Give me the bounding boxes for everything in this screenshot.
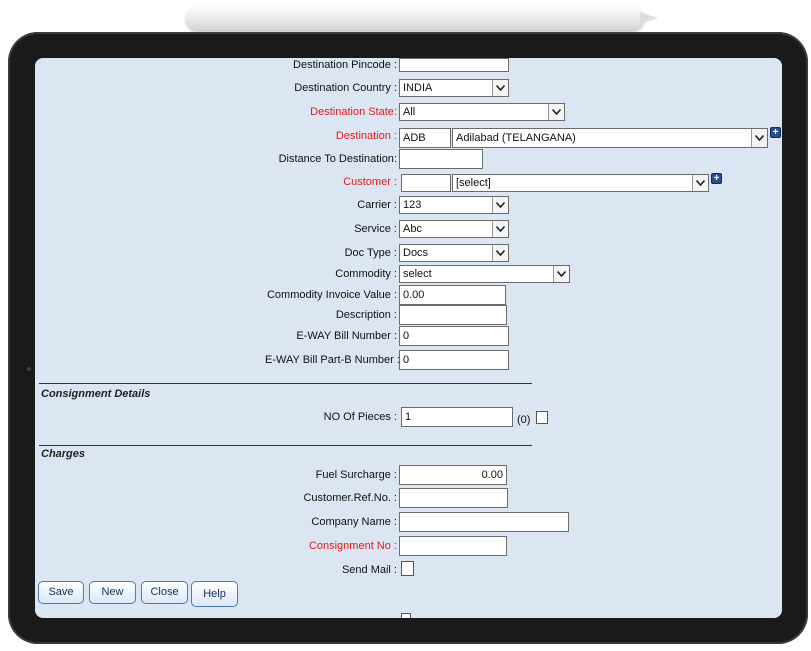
doc-type-select[interactable]: Docs [399, 244, 509, 262]
customer-code-input[interactable] [401, 174, 451, 192]
send-mail-label: Send Mail : [341, 564, 397, 576]
carrier-select[interactable]: 123 [399, 196, 509, 214]
destination-country-select[interactable]: INDIA [399, 79, 509, 97]
chevron-down-icon[interactable] [492, 221, 508, 237]
service-value: Abc [403, 223, 422, 235]
destination-state-value: All [403, 106, 416, 118]
destination-select[interactable]: Adilabad (TELANGANA) [452, 128, 768, 148]
destination-pincode-input[interactable] [399, 58, 509, 72]
customer-select[interactable]: [select] [452, 174, 709, 192]
carrier-label: Carrier : [357, 199, 397, 211]
consignment-no-label: Consignment No : [308, 540, 397, 552]
camera-dot [27, 367, 31, 371]
add-destination-plus-icon[interactable]: + [770, 127, 781, 138]
fuel-surcharge-label: Fuel Surcharge : [315, 469, 397, 481]
form-screen: Destination Pincode : Destination Countr… [35, 58, 782, 618]
commodity-value: select [403, 268, 432, 280]
partial-checkbox[interactable] [401, 613, 411, 618]
chevron-down-icon[interactable] [553, 266, 569, 282]
commodity-select[interactable]: select [399, 265, 570, 283]
destination-state-label: Destination State: [310, 106, 397, 118]
service-select[interactable]: Abc [399, 220, 509, 238]
description-input[interactable] [399, 305, 507, 325]
customer-ref-no-label: Customer.Ref.No. : [303, 492, 397, 504]
eway-bill-partb-number-label: E-WAY Bill Part-B Number : [265, 354, 400, 366]
commodity-invoice-value-input[interactable]: 0.00 [399, 285, 506, 305]
close-button[interactable]: Close [141, 581, 188, 604]
commodity-invoice-value-label: Commodity Invoice Value : [266, 289, 397, 301]
customer-value: [select] [456, 177, 491, 189]
destination-label: Destination : [335, 130, 397, 142]
pieces-checkbox[interactable] [536, 411, 548, 424]
eway-bill-partb-number-input[interactable]: 0 [399, 350, 509, 370]
consignment-details-heading: Consignment Details [41, 388, 151, 400]
stylus-pencil [186, 6, 644, 30]
customer-ref-no-input[interactable] [399, 488, 508, 508]
description-label: Description : [335, 309, 397, 321]
distance-to-destination-label: Distance To Destination: [278, 153, 397, 165]
eway-bill-number-input[interactable]: 0 [399, 326, 509, 346]
chevron-down-icon[interactable] [548, 104, 564, 120]
destination-pincode-label: Destination Pincode : [293, 59, 397, 71]
charges-heading: Charges [41, 448, 86, 460]
section-divider [39, 383, 532, 384]
commodity-label: Commodity : [335, 268, 397, 280]
carrier-value: 123 [403, 199, 422, 211]
company-name-input[interactable] [399, 512, 569, 532]
section-divider [39, 445, 532, 446]
add-customer-plus-icon[interactable]: + [711, 173, 722, 184]
doc-type-value: Docs [403, 247, 429, 259]
pieces-count-note: (0) [517, 414, 531, 426]
stylus-tip [640, 12, 658, 24]
new-button[interactable]: New [89, 581, 136, 604]
save-button[interactable]: Save [38, 581, 84, 604]
send-mail-checkbox[interactable] [401, 561, 414, 576]
chevron-down-icon[interactable] [492, 80, 508, 96]
destination-state-select[interactable]: All [399, 103, 565, 121]
chevron-down-icon[interactable] [492, 245, 508, 261]
chevron-down-icon[interactable] [492, 197, 508, 213]
destination-country-value: INDIA [403, 82, 433, 94]
no-of-pieces-label: NO Of Pieces : [323, 411, 397, 423]
customer-label: Customer : [343, 176, 397, 188]
chevron-down-icon[interactable] [692, 175, 708, 191]
eway-bill-number-label: E-WAY Bill Number : [296, 330, 397, 342]
destination-value: Adilabad (TELANGANA) [456, 132, 576, 144]
doc-type-label: Doc Type : [344, 247, 397, 259]
company-name-label: Company Name : [311, 516, 397, 528]
destination-country-label: Destination Country : [294, 82, 397, 94]
consignment-no-input[interactable] [399, 536, 507, 556]
no-of-pieces-input[interactable]: 1 [401, 407, 513, 427]
destination-code-input[interactable]: ADB [399, 128, 451, 148]
help-button[interactable]: Help [191, 581, 238, 607]
chevron-down-icon[interactable] [751, 129, 767, 147]
fuel-surcharge-input[interactable]: 0.00 [399, 465, 507, 485]
distance-to-destination-input[interactable] [399, 149, 483, 169]
service-label: Service : [354, 223, 397, 235]
